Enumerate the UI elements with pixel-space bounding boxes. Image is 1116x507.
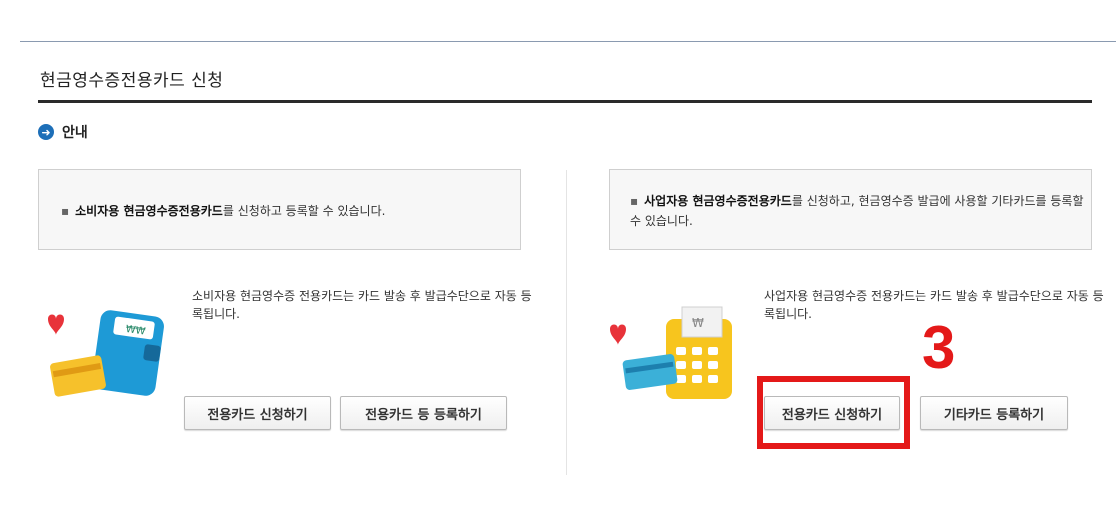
column-divider xyxy=(566,170,567,475)
bullet-dot: ▪ xyxy=(61,204,70,218)
consumer-notice-text: 를 신청하고 등록할 수 있습니다. xyxy=(222,204,386,218)
svg-text:₩: ₩ xyxy=(692,316,704,330)
section-heading: ➜ 안내 xyxy=(38,122,88,142)
highlight-box xyxy=(757,376,910,449)
bullet-dot: ▪ xyxy=(630,194,639,208)
page-title: 현금영수증전용카드 신청 xyxy=(40,71,224,91)
consumer-notice-bold: 소비자용 현금영수증전용카드 xyxy=(75,204,223,218)
consumer-description: 소비자용 현금영수증 전용카드는 카드 발송 후 발급수단으로 자동 등록됩니다… xyxy=(192,289,532,321)
business-notice-bold: 사업자용 현금영수증전용카드 xyxy=(644,194,792,208)
consumer-notice-box: ▪ 소비자용 현금영수증전용카드를 신청하고 등록할 수 있습니다. xyxy=(38,169,521,250)
business-notice-box: ▪ 사업자용 현금영수증전용카드를 신청하고, 현금영수증 발급에 사용할 기타카… xyxy=(609,169,1092,250)
calculator-cards-illustration: ₩ xyxy=(610,306,732,399)
top-divider xyxy=(20,41,1116,42)
wallet-cards-illustration: ₩₩ xyxy=(48,310,164,397)
consumer-register-card-button[interactable]: 전용카드 등 등록하기 xyxy=(340,396,507,430)
consumer-apply-card-button[interactable]: 전용카드 신청하기 xyxy=(184,396,331,430)
business-register-other-card-button[interactable]: 기타카드 등록하기 xyxy=(920,396,1068,430)
title-divider xyxy=(38,100,1092,103)
section-label: 안내 xyxy=(62,125,88,141)
step-number: 3 xyxy=(922,314,956,381)
arrow-circle-icon: ➜ xyxy=(38,124,54,140)
